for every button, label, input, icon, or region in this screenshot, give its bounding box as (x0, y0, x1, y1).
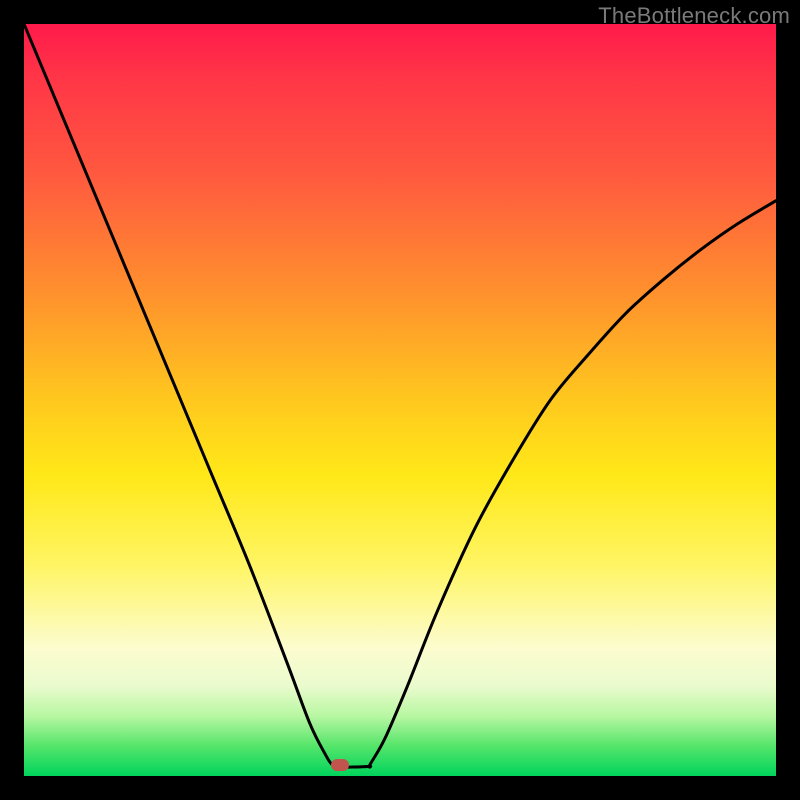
chart-frame: TheBottleneck.com (0, 0, 800, 800)
watermark-text: TheBottleneck.com (598, 3, 790, 29)
optimum-marker (331, 759, 349, 771)
bottleneck-curve (24, 24, 776, 776)
plot-area (24, 24, 776, 776)
